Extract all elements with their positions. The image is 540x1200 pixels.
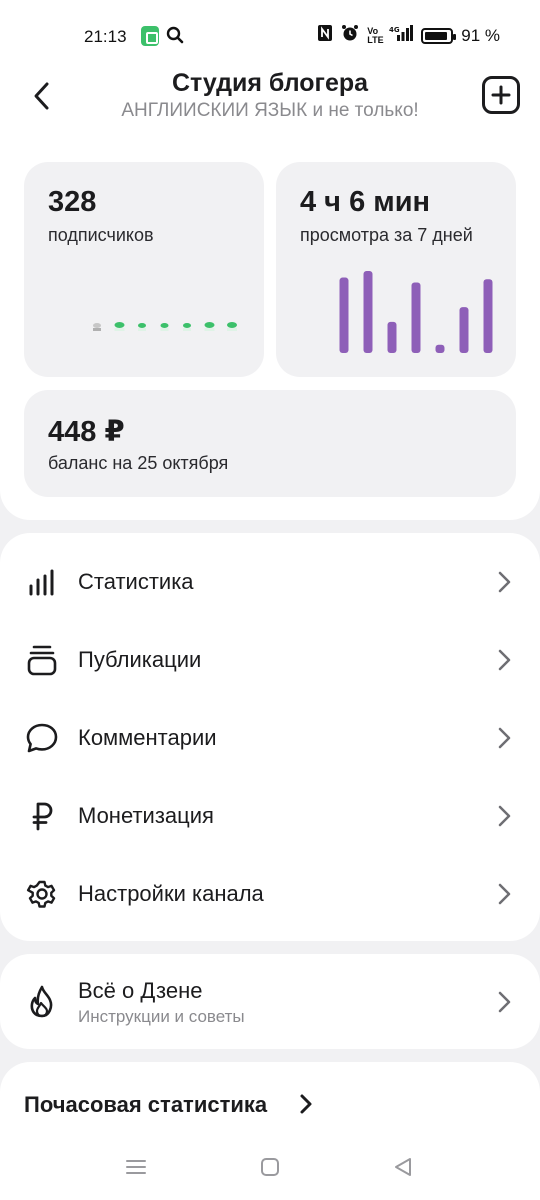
- hamburger-icon: [126, 1160, 146, 1174]
- hourly-stats-link[interactable]: Почасовая статистика: [24, 1092, 267, 1118]
- chevron-right-icon: [498, 649, 511, 671]
- search-icon: [166, 26, 184, 49]
- flame-icon: [24, 984, 60, 1020]
- status-icons: Vo LTE 4G 91 %: [317, 24, 500, 47]
- views-bar: [339, 277, 349, 353]
- back-nav-button[interactable]: [390, 1154, 416, 1180]
- subscribers-card[interactable]: 328 подписчиков: [24, 162, 264, 377]
- chevron-right-icon: [498, 727, 511, 749]
- chevron-right-icon[interactable]: [297, 1093, 315, 1115]
- battery-icon: [421, 27, 457, 44]
- status-bar: 21:13 Vo LTE 4G 91 %: [0, 0, 540, 72]
- sparkline-dot: [138, 323, 146, 331]
- net-type-label: 4G: [389, 26, 400, 34]
- views-card[interactable]: 4 ч 6 мин просмотра за 7 дней: [276, 162, 516, 377]
- menu-item-label: Комментарии: [78, 725, 217, 750]
- back-triangle-icon: [395, 1158, 411, 1176]
- balance-label: баланс на 25 октября: [48, 453, 229, 473]
- sparkline-dot: [160, 323, 169, 331]
- system-nav-bar: [0, 1140, 540, 1200]
- signal-4g-icon: 4G: [389, 24, 414, 47]
- studio-header-card: Студия блогера АНГЛИИСКИИ ЯЗЫК и не толь…: [0, 69, 540, 520]
- views-bar: [459, 307, 469, 353]
- page-title: Студия блогера: [171, 69, 369, 97]
- menu-item-monetization[interactable]: Монетизация: [0, 777, 540, 855]
- menu-item-statistics[interactable]: Статистика: [0, 543, 540, 621]
- sparkline-dot: [114, 322, 125, 331]
- menu-item-comments[interactable]: Комментарии: [0, 699, 540, 777]
- about-zen-subtitle: Инструкции и советы: [78, 1007, 245, 1026]
- sparkline-dot: [93, 323, 101, 331]
- views-bar: [435, 344, 445, 353]
- views-bar: [387, 321, 397, 353]
- volte-icon: Vo LTE: [367, 25, 384, 45]
- menu-item-label: Монетизация: [78, 803, 214, 828]
- studio-menu: Статистика Публикации Комментарии Монети…: [0, 533, 540, 941]
- home-nav-button[interactable]: [257, 1154, 283, 1180]
- battery-percent: 91 %: [461, 25, 500, 45]
- nfc-icon: [317, 24, 333, 47]
- ruble-icon: [24, 798, 60, 834]
- app-notification-icon: [141, 26, 159, 46]
- balance-value: 448 ₽: [48, 416, 125, 448]
- sparkline-dot: [227, 322, 237, 331]
- chevron-right-icon: [498, 571, 511, 593]
- chevron-right-icon: [498, 991, 511, 1013]
- views-bar: [363, 271, 373, 353]
- menu-item-label: Статистика: [78, 569, 194, 594]
- balance-card[interactable]: 448 ₽ баланс на 25 октября: [24, 390, 516, 497]
- add-publication-button[interactable]: [482, 76, 520, 114]
- menu-item-channel-settings[interactable]: Настройки канала: [0, 855, 540, 933]
- menu-nav-button[interactable]: [123, 1154, 149, 1180]
- about-zen-title: Всё о Дзене: [78, 978, 203, 1003]
- status-time: 21:13: [84, 27, 127, 46]
- stack-icon: [24, 642, 60, 678]
- alarm-icon: [341, 24, 359, 47]
- menu-item-label: Настройки канала: [78, 881, 264, 906]
- sparkline-dot: [183, 323, 191, 331]
- sparkline-dot: [204, 322, 215, 331]
- bar-chart-icon: [24, 564, 60, 600]
- speech-bubble-icon: [24, 720, 60, 756]
- menu-item-publications[interactable]: Публикации: [0, 621, 540, 699]
- views-bar: [483, 279, 493, 353]
- plus-icon: [491, 85, 511, 105]
- channel-name: АНГЛИИСКИИ ЯЗЫК и не только!: [121, 100, 419, 121]
- views-bar-chart: [339, 271, 493, 353]
- chevron-right-icon: [498, 883, 511, 905]
- gear-icon: [24, 876, 60, 912]
- views-bar: [411, 282, 421, 353]
- about-zen-card[interactable]: Всё о Дзене Инструкции и советы: [0, 954, 540, 1049]
- subscribers-sparkline: [93, 322, 237, 331]
- chevron-right-icon: [498, 805, 511, 827]
- menu-item-label: Публикации: [78, 647, 202, 672]
- home-square-icon: [261, 1158, 279, 1176]
